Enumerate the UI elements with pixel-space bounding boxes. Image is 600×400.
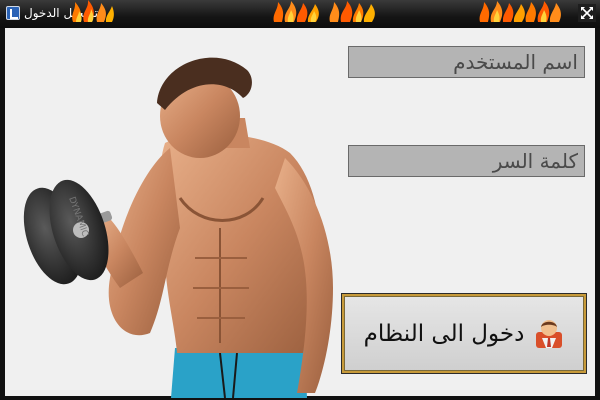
bodybuilder-image: DYNAMIC: [23, 57, 333, 398]
password-field[interactable]: [348, 145, 585, 177]
login-button[interactable]: دخول الى النظام: [342, 294, 586, 373]
user-icon: [536, 319, 563, 348]
flame-icon: [72, 0, 114, 22]
window-border-right: [595, 28, 600, 400]
title-bar[interactable]: تسجيل الدخول: [0, 0, 600, 28]
resize-icon[interactable]: [578, 4, 596, 22]
flame-icon: [273, 1, 319, 22]
app-icon[interactable]: [6, 6, 20, 20]
login-button-label: دخول الى النظام: [363, 320, 525, 347]
flame-icon: [479, 1, 561, 22]
flame-icon: [329, 1, 375, 22]
login-panel: DYNAMIC دخول الى النظام: [5, 28, 595, 398]
username-field[interactable]: [348, 46, 585, 78]
